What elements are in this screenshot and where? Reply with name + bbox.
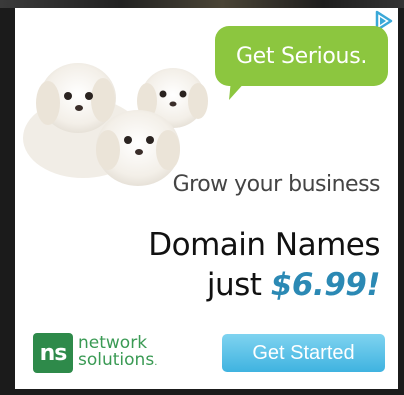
top-strip [0,0,404,8]
puppies-image [23,63,208,186]
logo-line-2: solutions. [78,350,158,370]
get-started-button[interactable]: Get Started [222,334,385,372]
network-solutions-logo[interactable]: ns network solutions. [33,333,157,373]
ns-logo-mark: ns [33,333,73,373]
headline-domain-names: Domain Names [148,227,380,263]
speech-bubble-tail [229,80,247,100]
speech-bubble: Get Serious. [215,26,388,86]
logo-wordmark: network solutions. [78,335,157,371]
headline-price-line: just $6.99! [206,267,381,303]
tagline: Grow your business [172,172,381,197]
bottom-bar [0,389,404,395]
price: $6.99! [270,267,381,303]
ad-banner[interactable]: Get Serious. Grow your business Domain N… [15,8,398,389]
headline-price-prefix: just [206,267,271,303]
